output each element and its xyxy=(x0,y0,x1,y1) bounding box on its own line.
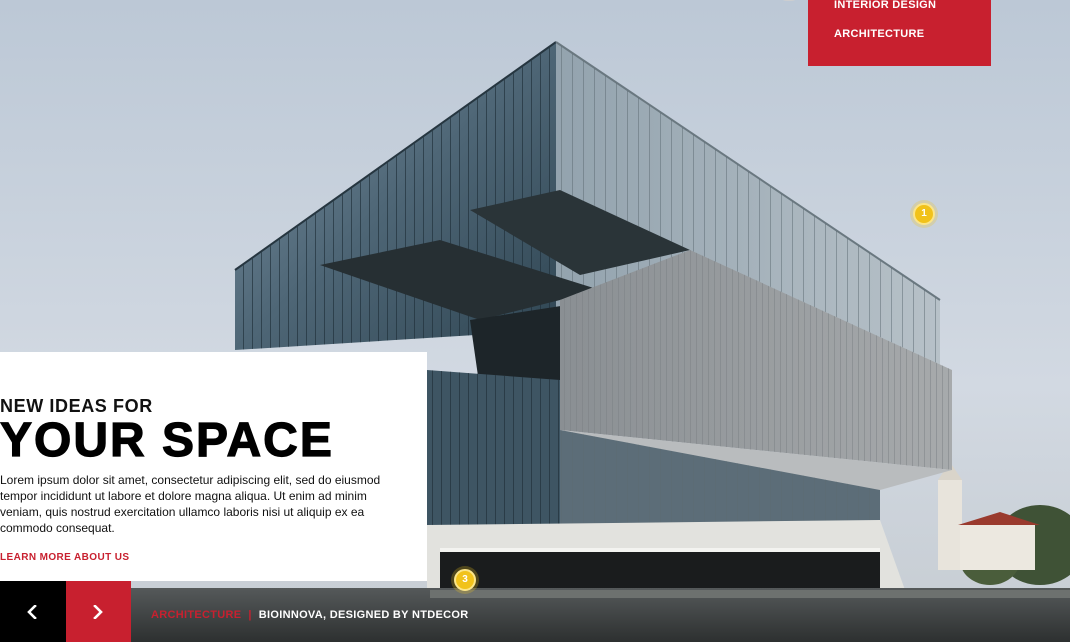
hero-headline: YOUR SPACE xyxy=(0,414,334,467)
caption-separator: | xyxy=(248,609,252,621)
previous-slide-button[interactable] xyxy=(0,581,66,642)
slide-category-link[interactable]: ARCHITECTURE xyxy=(151,609,241,621)
hero-description: Lorem ipsum dolor sit amet, consectetur … xyxy=(0,473,381,535)
menu-item-interior-design[interactable]: INTERIOR DESIGN xyxy=(834,0,991,12)
slide-title: BIOINNOVA, DESIGNED BY NTDECOR xyxy=(258,609,469,621)
hero-caption-card: NEW IDEAS FOR YOUR SPACE Lorem ipsum dol… xyxy=(0,352,427,581)
menu-item-architecture[interactable]: ARCHITECTURE xyxy=(834,27,991,41)
hotspot-marker-1[interactable]: 1 xyxy=(913,203,935,225)
chevron-right-icon xyxy=(93,605,103,619)
slide-caption: ARCHITECTURE | BIOINNOVA, DESIGNED BY NTDE… xyxy=(131,581,468,642)
nav-dropdown-menu: INTERIOR DESIGN ARCHITECTURE xyxy=(808,0,991,66)
chevron-left-icon xyxy=(27,605,37,619)
next-slide-button[interactable] xyxy=(66,581,131,642)
learn-more-link[interactable]: LEARN MORE ABOUT US xyxy=(0,552,129,563)
